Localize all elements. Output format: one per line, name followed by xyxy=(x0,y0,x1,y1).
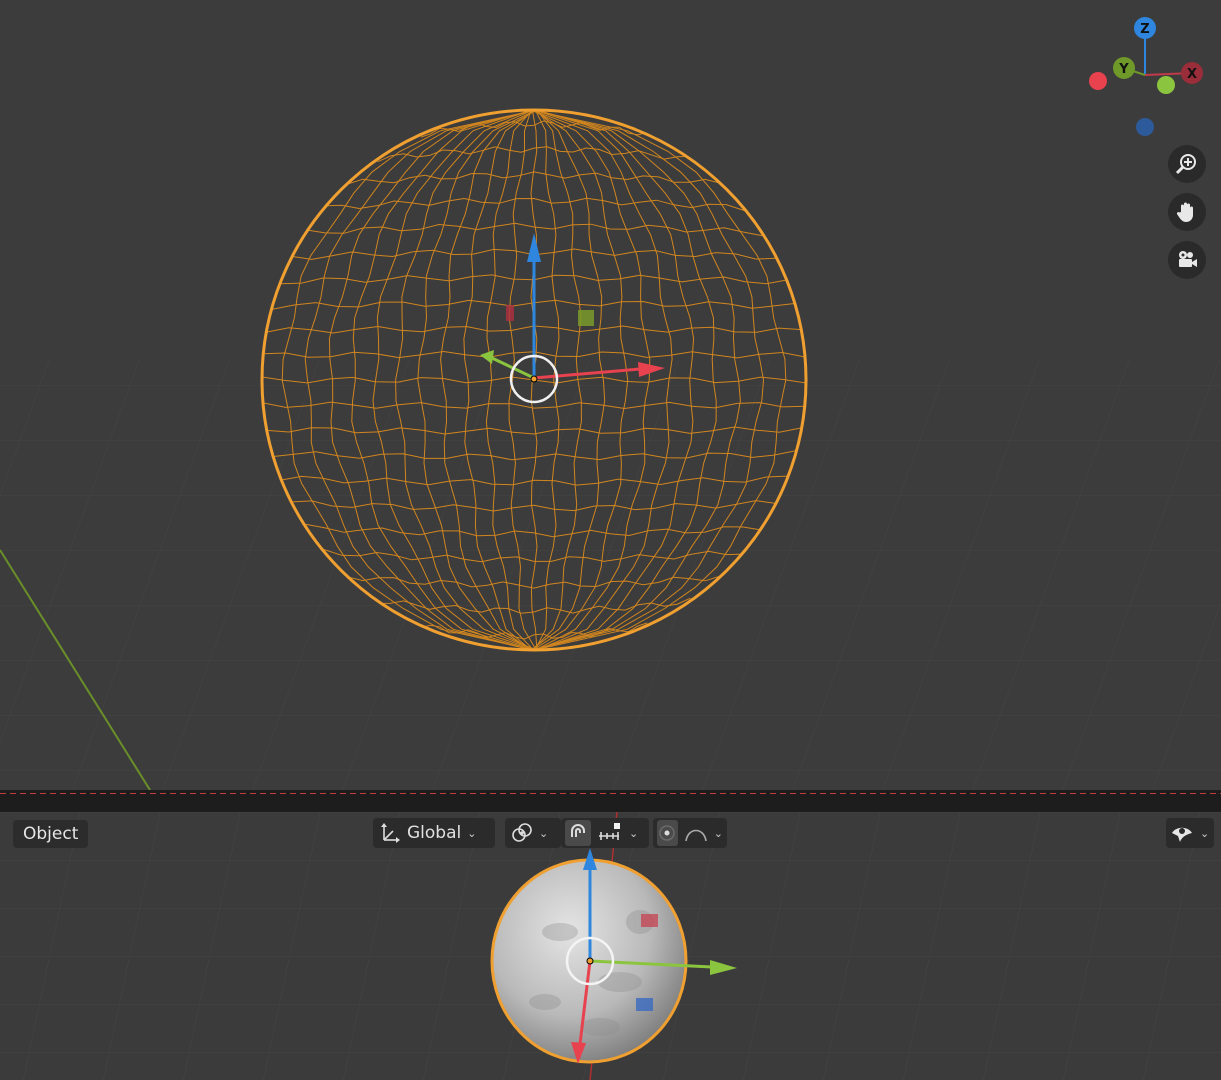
object-origin xyxy=(530,375,538,383)
transform-orientation-dropdown[interactable]: Global ⌄ xyxy=(373,818,495,848)
snap-group[interactable]: ⌄ xyxy=(561,818,649,848)
gizmo-z-label: Z xyxy=(1140,22,1149,37)
chevron-down-icon: ⌄ xyxy=(1200,826,1210,840)
transform-orientation-label: Global xyxy=(407,823,462,843)
chevron-down-icon: ⌄ xyxy=(629,826,639,840)
viewport-3d-bottom[interactable]: Object Global ⌄ ⌄ ⌄ ⌄ ⌄ xyxy=(0,812,1221,1080)
gizmo-x-label: X xyxy=(1187,67,1197,82)
chevron-down-icon: ⌄ xyxy=(467,826,477,840)
gizmo-plane-yz[interactable] xyxy=(506,305,514,321)
visibility-dropdown[interactable]: ⌄ xyxy=(1166,818,1214,848)
camera-icon[interactable] xyxy=(1168,241,1206,279)
wire-latitude xyxy=(324,197,744,211)
navigation-gizmo[interactable]: Z Y X xyxy=(1080,10,1210,150)
gizmo-neg-y-ball[interactable] xyxy=(1157,76,1175,94)
gizmo-neg-x-ball[interactable] xyxy=(1089,72,1107,90)
pivot-point-dropdown[interactable]: ⌄ xyxy=(505,818,561,848)
snap-magnet-icon[interactable] xyxy=(565,820,591,846)
chevron-down-icon: ⌄ xyxy=(713,826,723,840)
area-divider[interactable] xyxy=(0,790,1221,812)
gizmo-plane-xy-bottom[interactable] xyxy=(636,998,653,1011)
gizmo-plane-xz[interactable] xyxy=(578,310,594,326)
object-origin-bottom xyxy=(586,957,594,965)
viewport-3d-top[interactable]: Z Y X xyxy=(0,0,1221,790)
transform-orientation-icon xyxy=(379,822,401,844)
chevron-down-icon: ⌄ xyxy=(539,826,549,840)
floor-grid xyxy=(0,360,1221,790)
snap-increment-icon[interactable] xyxy=(597,822,623,844)
gizmo-z-head[interactable] xyxy=(527,233,541,262)
proportional-editing-group[interactable]: ⌄ xyxy=(653,818,727,848)
zoom-icon[interactable] xyxy=(1168,145,1206,183)
scene-wireframe xyxy=(0,108,1221,790)
axis-orientation-widget[interactable]: Z Y X xyxy=(1080,10,1210,150)
gizmo-neg-z-ball[interactable] xyxy=(1136,118,1154,136)
falloff-curve-icon[interactable] xyxy=(684,823,708,843)
eye-visibility-icon xyxy=(1170,822,1194,844)
gizmo-plane-xz-bottom[interactable] xyxy=(641,914,658,927)
proportional-editing-icon[interactable] xyxy=(657,820,678,846)
area-divider-dash xyxy=(0,793,1221,794)
scene-solid xyxy=(0,812,1221,1080)
hand-icon[interactable] xyxy=(1168,193,1206,231)
pivot-icon xyxy=(511,822,533,844)
mode-selector[interactable]: Object xyxy=(13,820,89,848)
gizmo-y-label: Y xyxy=(1118,62,1129,77)
